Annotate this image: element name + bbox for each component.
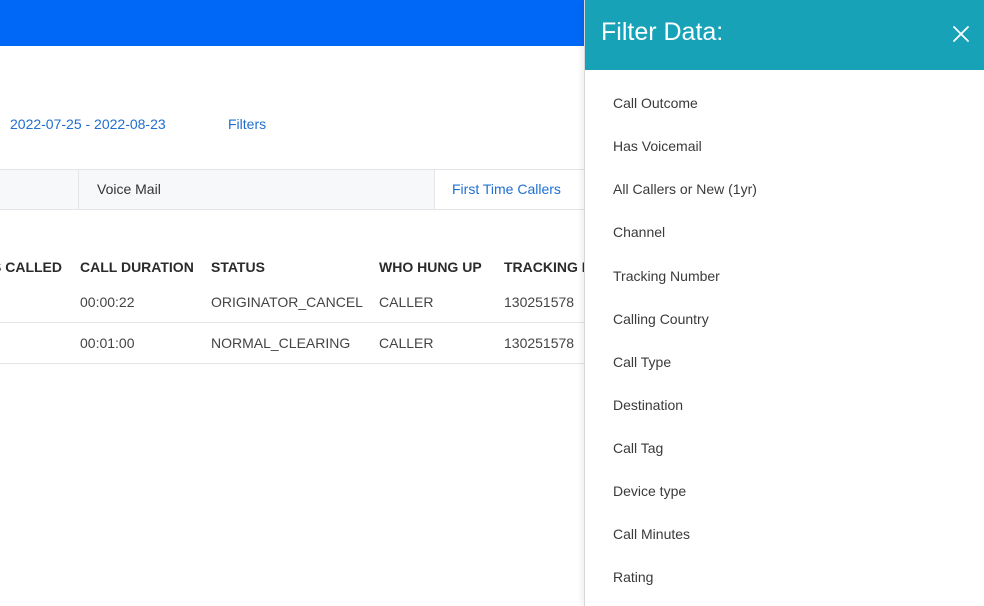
cell-call-duration: 00:00:22 — [80, 294, 135, 310]
tab-first-time-callers[interactable]: First Time Callers — [434, 170, 600, 209]
cell-tracking-number: 130251578 — [504, 294, 575, 310]
date-range-picker[interactable]: 2022-07-25 - 2022-08-23 — [10, 116, 166, 132]
report-tabs: Voice Mail First Time Callers — [0, 169, 600, 210]
filter-item-call-tag[interactable]: Call Tag — [613, 440, 663, 462]
cell-who-hung-up: CALLER — [379, 294, 434, 310]
filter-item-device-type[interactable]: Device type — [613, 483, 686, 505]
column-header-who-hung-up[interactable]: WHO HUNG UP — [379, 259, 482, 275]
cell-who-hung-up: CALLER — [379, 335, 434, 351]
filter-item-has-voicemail[interactable]: Has Voicemail — [613, 138, 702, 160]
column-header-called[interactable]: S CALLED — [0, 259, 62, 275]
close-icon[interactable] — [949, 22, 973, 46]
filter-item-destination[interactable]: Destination — [613, 397, 683, 419]
column-header-status[interactable]: STATUS — [211, 259, 265, 275]
filter-item-rating[interactable]: Rating — [613, 569, 653, 591]
filter-item-call-type[interactable]: Call Type — [613, 354, 671, 376]
filter-item-all-callers-or-new[interactable]: All Callers or New (1yr) — [613, 181, 757, 203]
table-row[interactable]: 00:01:00 NORMAL_CLEARING CALLER 13025157… — [0, 323, 600, 364]
cell-call-duration: 00:01:00 — [80, 335, 135, 351]
filter-item-call-minutes[interactable]: Call Minutes — [613, 526, 690, 548]
filter-data-panel: Filter Data: Call Outcome Has Voicemail … — [584, 0, 984, 606]
cell-status: NORMAL_CLEARING — [211, 335, 351, 351]
column-header-call-duration[interactable]: CALL DURATION — [80, 259, 194, 275]
filters-link[interactable]: Filters — [228, 116, 266, 132]
cell-status: ORIGINATOR_CANCEL — [211, 294, 363, 310]
filter-panel-title: Filter Data: — [601, 18, 724, 46]
filter-item-channel[interactable]: Channel — [613, 224, 665, 246]
filter-panel-header: Filter Data: — [585, 0, 984, 70]
filter-item-tracking-number[interactable]: Tracking Number — [613, 268, 720, 290]
cell-tracking-number: 130251578 — [504, 335, 575, 351]
filter-item-call-outcome[interactable]: Call Outcome — [613, 95, 698, 117]
tab-voice-mail[interactable]: Voice Mail — [78, 170, 434, 209]
column-header-tracking-number[interactable]: TRACKING N — [504, 259, 592, 275]
table-row[interactable]: 00:00:22 ORIGINATOR_CANCEL CALLER 130251… — [0, 282, 600, 323]
filter-item-calling-country[interactable]: Calling Country — [613, 311, 709, 333]
